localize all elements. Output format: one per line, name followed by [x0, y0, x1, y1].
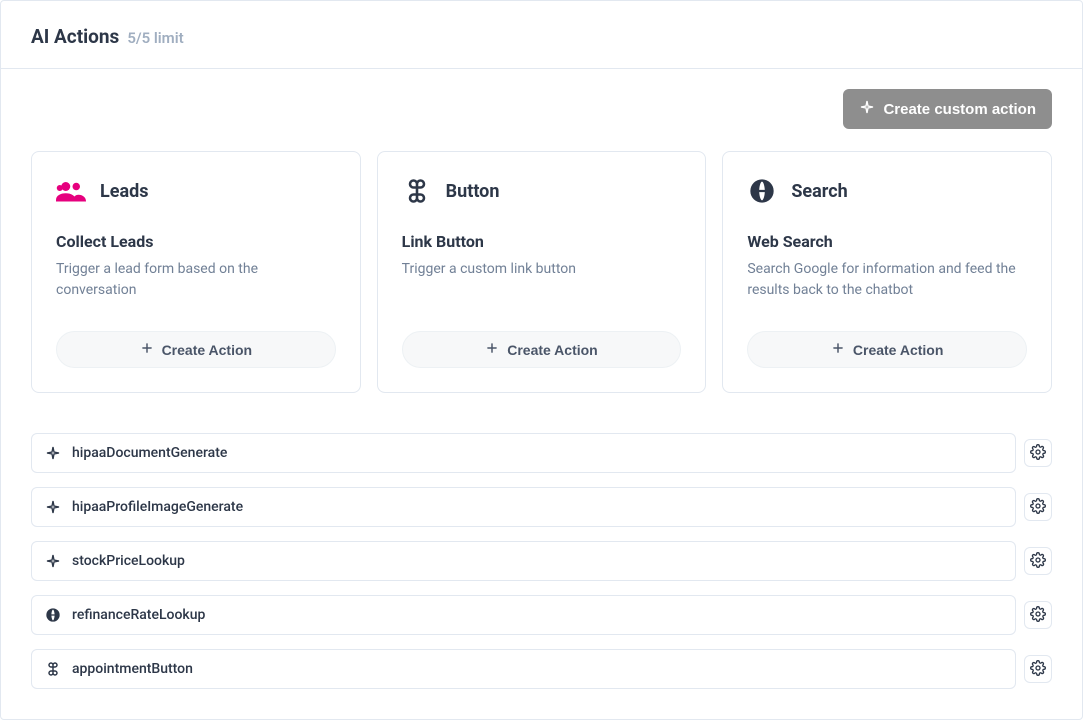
- settings-button[interactable]: [1024, 547, 1052, 575]
- plus-icon: [485, 341, 499, 358]
- create-action-button[interactable]: Create Action: [402, 331, 682, 368]
- action-row: appointmentButton: [31, 649, 1052, 689]
- action-item[interactable]: hipaaDocumentGenerate: [31, 433, 1016, 473]
- card-search: Search Web Search Search Google for info…: [722, 151, 1052, 393]
- plus-icon: [140, 341, 154, 358]
- action-row: hipaaDocumentGenerate: [31, 433, 1052, 473]
- actions-list: hipaaDocumentGenerate hipaaProfileImageG…: [31, 433, 1052, 689]
- content-area: Create custom action Leads: [1, 69, 1082, 719]
- card-header: Leads: [56, 176, 336, 206]
- create-action-button[interactable]: Create Action: [747, 331, 1027, 368]
- page-container: AI Actions 5/5 limit Create custom actio…: [0, 0, 1083, 720]
- card-leads: Leads Collect Leads Trigger a lead form …: [31, 151, 361, 393]
- command-icon: [44, 660, 62, 678]
- card-header: Search: [747, 176, 1027, 206]
- action-row: hipaaProfileImageGenerate: [31, 487, 1052, 527]
- globe-icon: [44, 606, 62, 624]
- create-action-label: Create Action: [162, 342, 253, 358]
- card-category: Search: [791, 181, 847, 202]
- action-row: stockPriceLookup: [31, 541, 1052, 581]
- page-header: AI Actions 5/5 limit: [1, 1, 1082, 69]
- cards-grid: Leads Collect Leads Trigger a lead form …: [31, 151, 1052, 393]
- gear-icon: [1030, 660, 1046, 679]
- action-item[interactable]: appointmentButton: [31, 649, 1016, 689]
- action-item-name: hipaaProfileImageGenerate: [72, 499, 243, 515]
- sparkle-icon: [44, 552, 62, 570]
- create-custom-action-label: Create custom action: [883, 101, 1036, 118]
- sparkle-icon: [44, 498, 62, 516]
- action-item-name: appointmentButton: [72, 661, 193, 677]
- create-action-button[interactable]: Create Action: [56, 331, 336, 368]
- action-item[interactable]: hipaaProfileImageGenerate: [31, 487, 1016, 527]
- gear-icon: [1030, 498, 1046, 517]
- card-description: Trigger a custom link button: [402, 259, 682, 301]
- card-title: Link Button: [402, 232, 682, 251]
- settings-button[interactable]: [1024, 439, 1052, 467]
- settings-button[interactable]: [1024, 601, 1052, 629]
- card-description: Search Google for information and feed t…: [747, 259, 1027, 301]
- gear-icon: [1030, 606, 1046, 625]
- action-item[interactable]: stockPriceLookup: [31, 541, 1016, 581]
- gear-icon: [1030, 552, 1046, 571]
- action-item[interactable]: refinanceRateLookup: [31, 595, 1016, 635]
- action-item-name: stockPriceLookup: [72, 553, 185, 569]
- card-description: Trigger a lead form based on the convers…: [56, 259, 336, 301]
- sparkle-icon: [859, 99, 875, 119]
- sparkle-icon: [44, 444, 62, 462]
- card-title: Web Search: [747, 232, 1027, 251]
- plus-icon: [831, 341, 845, 358]
- top-actions: Create custom action: [31, 89, 1052, 129]
- action-row: refinanceRateLookup: [31, 595, 1052, 635]
- card-category: Button: [446, 181, 500, 202]
- settings-button[interactable]: [1024, 655, 1052, 683]
- create-action-label: Create Action: [507, 342, 598, 358]
- page-title: AI Actions: [31, 25, 119, 48]
- action-item-name: refinanceRateLookup: [72, 607, 205, 623]
- settings-button[interactable]: [1024, 493, 1052, 521]
- globe-icon: [747, 176, 777, 206]
- gear-icon: [1030, 444, 1046, 463]
- action-item-name: hipaaDocumentGenerate: [72, 445, 227, 461]
- limit-badge: 5/5 limit: [127, 29, 183, 47]
- create-custom-action-button[interactable]: Create custom action: [843, 89, 1052, 129]
- card-button: Button Link Button Trigger a custom link…: [377, 151, 707, 393]
- create-action-label: Create Action: [853, 342, 944, 358]
- users-icon: [56, 176, 86, 206]
- command-icon: [402, 176, 432, 206]
- card-title: Collect Leads: [56, 232, 336, 251]
- card-category: Leads: [100, 181, 148, 202]
- card-header: Button: [402, 176, 682, 206]
